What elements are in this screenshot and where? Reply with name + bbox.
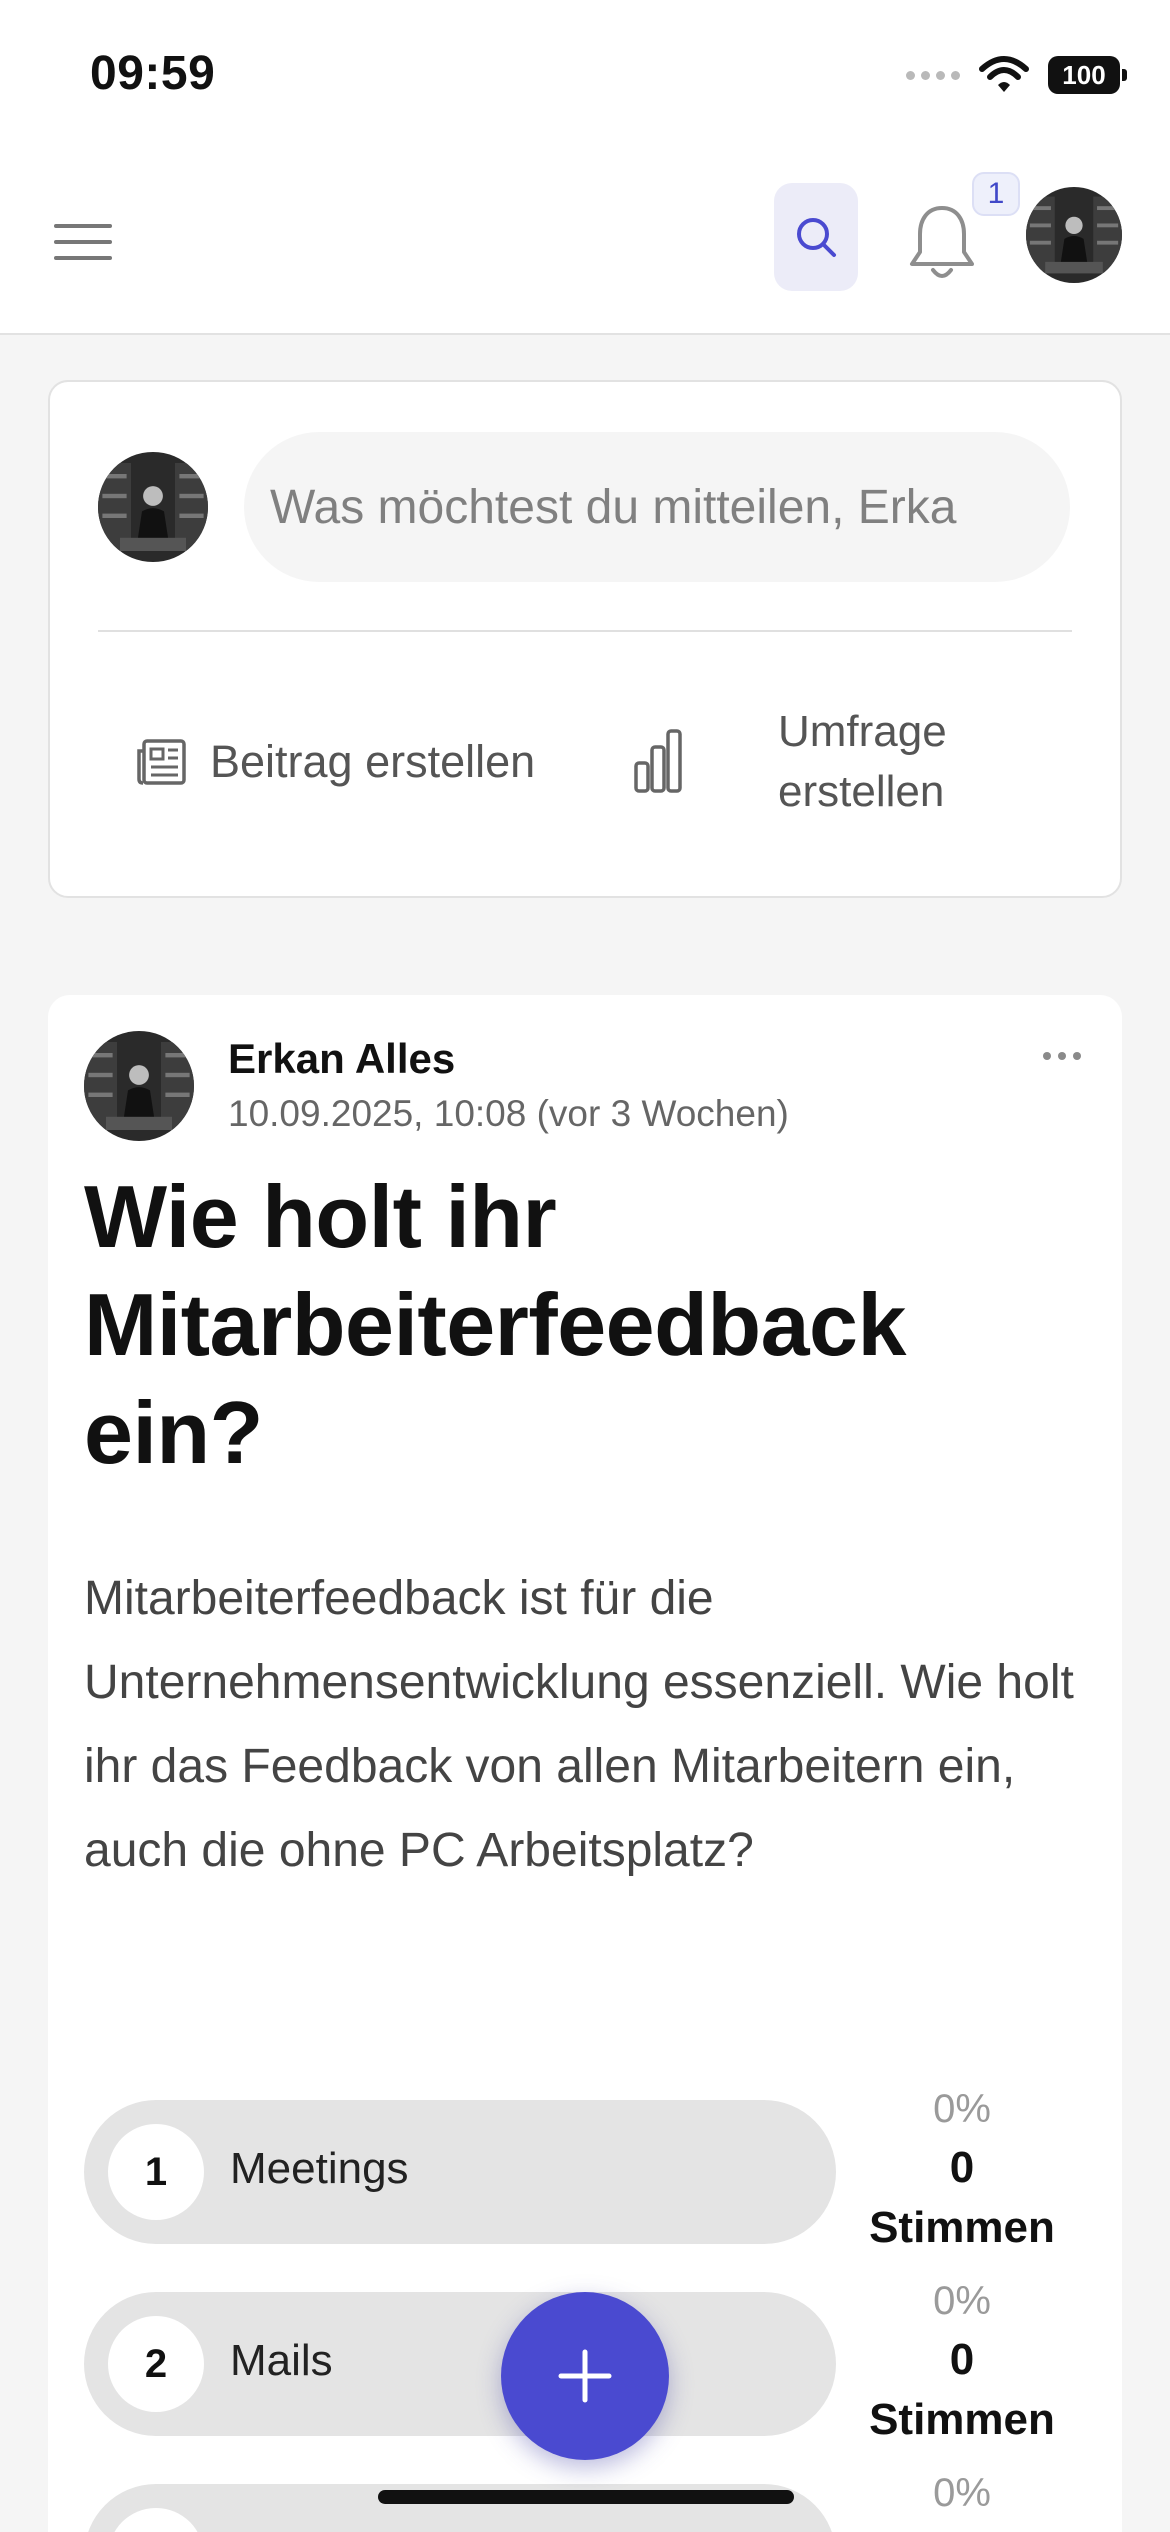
create-post-label: Beitrag erstellen bbox=[210, 736, 536, 787]
poll-option-number: 1 bbox=[108, 2124, 204, 2220]
poll-vote-count: 0 bbox=[949, 2335, 975, 2384]
search-icon bbox=[797, 218, 836, 257]
avatar-image bbox=[1026, 187, 1122, 283]
poll-option-number: 2 bbox=[108, 2316, 204, 2412]
composer-input[interactable] bbox=[244, 432, 1070, 582]
poll-option-stats: 0% bbox=[838, 2464, 1086, 2522]
post-timestamp: 10.09.2025, 10:08 (vor 3 Wochen) bbox=[228, 1093, 789, 1134]
create-poll-label[interactable]: Umfrage erstellen bbox=[778, 702, 1018, 822]
poll-option-stats: 0% 0 Stimmen bbox=[838, 2272, 1086, 2450]
post-author-name[interactable]: Erkan Alles bbox=[228, 1035, 455, 1083]
more-options-button[interactable] bbox=[1032, 1031, 1092, 1081]
search-button[interactable] bbox=[774, 183, 858, 291]
more-icon bbox=[1043, 1052, 1051, 1060]
menu-icon bbox=[54, 224, 112, 260]
post-author-avatar[interactable] bbox=[84, 1031, 194, 1141]
poll-percent: 0% bbox=[933, 2279, 991, 2323]
poll-vote-count: 0 bbox=[949, 2143, 975, 2192]
poll-votes-label: Stimmen bbox=[869, 2395, 1055, 2444]
news-icon bbox=[137, 739, 186, 785]
bar-chart-icon bbox=[634, 729, 682, 793]
poll-votes-label: Stimmen bbox=[869, 2203, 1055, 2252]
battery-icon: 100 bbox=[1048, 56, 1127, 94]
home-indicator bbox=[378, 2490, 794, 2504]
status-time: 09:59 bbox=[90, 47, 216, 100]
create-poll-button[interactable] bbox=[616, 717, 700, 807]
poll-option[interactable]: 1 Meetings bbox=[84, 2100, 836, 2244]
signal-icon bbox=[906, 70, 960, 80]
notifications-button[interactable] bbox=[905, 200, 979, 284]
add-button[interactable] bbox=[501, 2292, 669, 2460]
avatar-image bbox=[84, 1031, 194, 1141]
poll-option-label: Mails bbox=[230, 2336, 333, 2385]
avatar-image bbox=[98, 452, 208, 562]
divider bbox=[98, 630, 1072, 632]
poll-percent: 0% bbox=[933, 2471, 991, 2515]
composer-card: Beitrag erstellen Umfrage erstellen bbox=[48, 380, 1122, 898]
app-header: 1 bbox=[0, 150, 1170, 335]
create-post-button[interactable]: Beitrag erstellen bbox=[136, 722, 535, 802]
menu-button[interactable] bbox=[52, 212, 114, 272]
notification-badge: 1 bbox=[972, 172, 1020, 216]
wifi-icon bbox=[979, 56, 1029, 92]
poll-option-label: Meetings bbox=[230, 2144, 409, 2193]
post-title: Wie holt ihr Mitarbeiterfeedback ein? bbox=[84, 1167, 906, 1482]
post-body: Mitarbeiterfeedback ist für die Unterneh… bbox=[84, 1572, 1074, 1877]
bell-icon bbox=[910, 206, 974, 278]
poll-option[interactable]: 2 Mails bbox=[84, 2292, 836, 2436]
poll-percent: 0% bbox=[933, 2087, 991, 2131]
avatar[interactable] bbox=[1026, 187, 1122, 283]
composer-avatar bbox=[98, 452, 208, 562]
poll-option-stats: 0% 0 Stimmen bbox=[838, 2080, 1086, 2258]
plus-icon bbox=[558, 2349, 612, 2403]
status-icons: 100 bbox=[906, 50, 1127, 100]
poll-option-number bbox=[108, 2508, 204, 2532]
status-bar: 09:59 100 bbox=[0, 0, 1170, 150]
